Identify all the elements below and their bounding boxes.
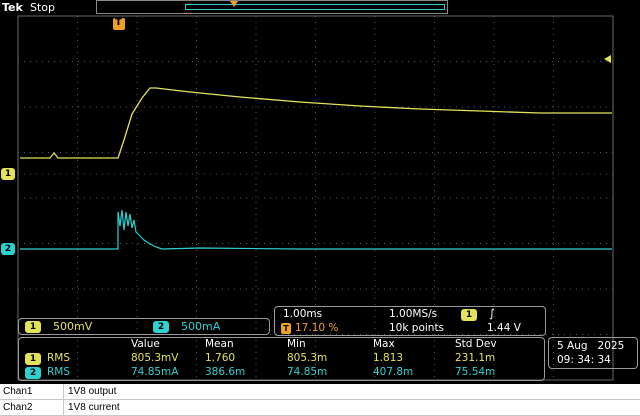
meas-header-value: Value bbox=[131, 338, 160, 350]
meas-row2-mean: 386.6m bbox=[205, 366, 246, 378]
ch1-waveform bbox=[20, 87, 612, 159]
sample-rate: 1.00MS/s bbox=[389, 308, 438, 320]
trigger-position-percent: 17.10 % bbox=[295, 322, 339, 334]
legend-key: Chan1 bbox=[3, 386, 33, 397]
date: 5 Aug 2025 bbox=[557, 340, 625, 352]
ch1-ground-marker[interactable]: 1 bbox=[1, 168, 15, 180]
meas-row1-min: 805.3m bbox=[287, 352, 328, 364]
meas-row2-type: RMS bbox=[47, 366, 71, 378]
meas-row1-channel-badge: 1 bbox=[25, 353, 41, 365]
ch2-scale-badge[interactable]: 2 bbox=[153, 321, 169, 333]
meas-row2-max: 407.8m bbox=[373, 366, 414, 378]
ch1-scale-badge[interactable]: 1 bbox=[25, 321, 41, 333]
meas-row2-channel-badge: 2 bbox=[25, 367, 41, 379]
meas-row1-mean: 1.760 bbox=[205, 352, 236, 364]
timebase-readout[interactable]: 1.00ms 1.00MS/s 1 ∫ T 17.10 % 10k points… bbox=[274, 306, 546, 336]
ch1-scale-value: 500mV bbox=[53, 320, 93, 333]
oscilloscope-screen: Tek Stop T 1 2 1 500mV 2 500mA 1.00ms 1.… bbox=[0, 0, 640, 384]
meas-header-std: Std Dev bbox=[455, 338, 497, 350]
meas-header-max: Max bbox=[373, 338, 395, 350]
record-length: 10k points bbox=[389, 322, 445, 334]
table-row: Chan1 1V8 output bbox=[0, 384, 640, 400]
meas-row1-type: RMS bbox=[47, 352, 71, 364]
meas-row1-max: 1.813 bbox=[373, 352, 404, 364]
meas-header-min: Min bbox=[287, 338, 306, 350]
trigger-slope-icon: ∫ bbox=[489, 307, 495, 320]
meas-row1-std: 231.1m bbox=[455, 352, 496, 364]
trigger-level: 1.44 V bbox=[487, 322, 521, 334]
datetime-readout: 5 Aug 2025 09: 34: 34 bbox=[548, 337, 638, 369]
time: 09: 34: 34 bbox=[557, 354, 611, 366]
channel-scale-readout: 1 500mV 2 500mA bbox=[18, 318, 270, 335]
table-row: Chan2 1V8 current bbox=[0, 400, 640, 416]
horizontal-scale: 1.00ms bbox=[283, 308, 323, 320]
meas-row2-std: 75.54m bbox=[455, 366, 496, 378]
meas-row1-value: 805.3mV bbox=[131, 352, 179, 364]
measurement-panel[interactable]: Value Mean Min Max Std Dev 1 RMS 805.3mV… bbox=[18, 337, 545, 381]
meas-row2-value: 74.85mA bbox=[131, 366, 179, 378]
trigger-source-badge: 1 bbox=[461, 309, 477, 321]
meas-header-mean: Mean bbox=[205, 338, 234, 350]
legend-value: 1V8 current bbox=[68, 402, 120, 413]
trigger-position-badge-icon: T bbox=[281, 323, 291, 334]
legend-value: 1V8 output bbox=[68, 386, 117, 397]
meas-row2-min: 74.85m bbox=[287, 366, 328, 378]
ch2-ground-marker[interactable]: 2 bbox=[1, 243, 15, 255]
ch2-scale-value: 500mA bbox=[181, 320, 221, 333]
legend-key: Chan2 bbox=[3, 402, 33, 413]
